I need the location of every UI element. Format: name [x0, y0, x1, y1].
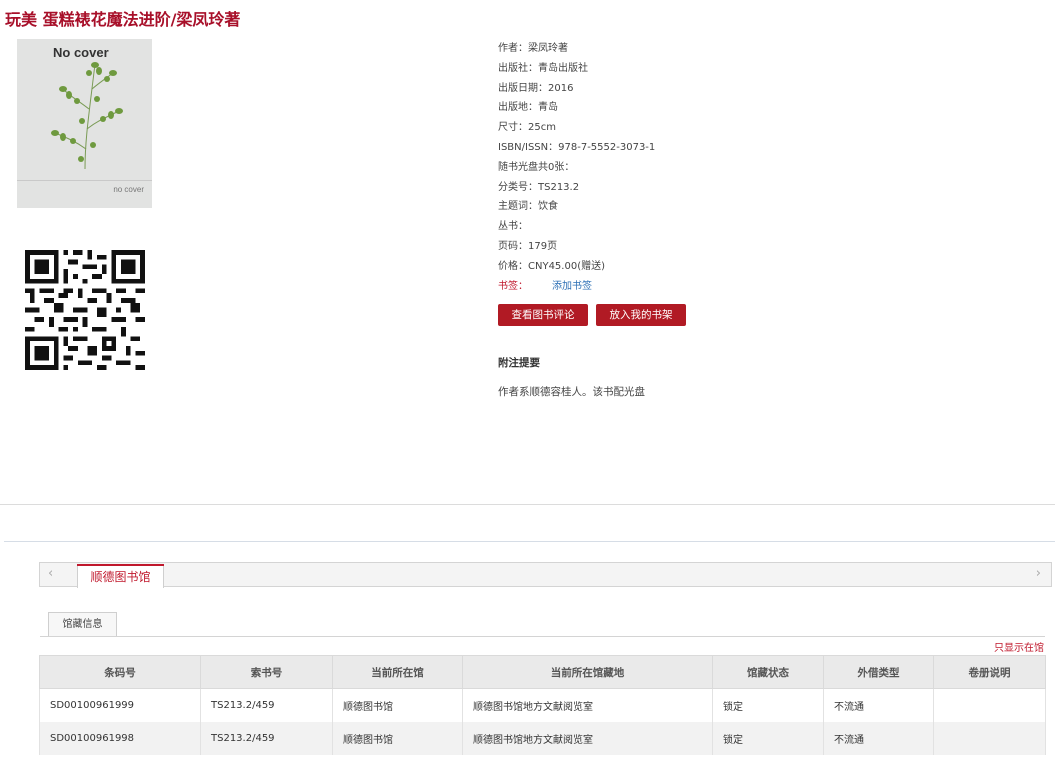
tab-shunde-library[interactable]: 顺德图书馆 — [77, 564, 164, 588]
book-title: 玩美 蛋糕裱花魔法进阶/梁凤玲著 — [5, 10, 241, 29]
cell-callno: TS213.2/459 — [200, 688, 333, 722]
cell-status: 锁定 — [712, 688, 824, 722]
col-location: 当前所在馆藏地 — [462, 655, 713, 689]
cover-small-text: no cover — [113, 185, 144, 194]
meta-pages: 页码：179页 — [498, 240, 558, 252]
plant-illustration — [51, 62, 123, 170]
col-barcode: 条码号 — [39, 655, 201, 689]
meta-size: 尺寸：25cm — [498, 122, 556, 134]
table-header-row: 条码号 索书号 当前所在馆 当前所在馆藏地 馆藏状态 外借类型 卷册说明 — [39, 655, 1046, 689]
meta-pubplace: 出版地：青岛 — [498, 102, 558, 114]
subtab-divider — [40, 636, 1045, 637]
col-library: 当前所在馆 — [332, 655, 463, 689]
cell-volume — [933, 688, 1046, 722]
col-callno: 索书号 — [200, 655, 333, 689]
add-to-shelf-button[interactable]: 放入我的书架 — [596, 304, 686, 326]
cell-location: 顺德图书馆地方文献阅览室 — [462, 688, 713, 722]
cell-library: 顺德图书馆 — [332, 721, 463, 755]
notes-text: 作者系顺德容桂人。该书配光盘 — [498, 386, 645, 398]
meta-price: 价格：CNY45.00(赠送) — [498, 260, 606, 272]
holdings-table: 条码号 索书号 当前所在馆 当前所在馆藏地 馆藏状态 外借类型 卷册说明 SD0… — [39, 655, 1046, 755]
meta-classno: 分类号：TS213.2 — [498, 181, 580, 193]
table-row: SD00100961998 TS213.2/459 顺德图书馆 顺德图书馆地方文… — [39, 721, 1046, 755]
cover-title: No cover — [53, 45, 109, 60]
only-available-link[interactable]: 只显示在馆 — [994, 639, 1044, 654]
meta-publisher: 出版社：青岛出版社 — [498, 62, 588, 74]
cell-location: 顺德图书馆地方文献阅览室 — [462, 721, 713, 755]
section-divider — [0, 504, 1055, 505]
cover-band — [17, 180, 152, 181]
table-row: SD00100961999 TS213.2/459 顺德图书馆 顺德图书馆地方文… — [39, 688, 1046, 722]
cell-loantype: 不流通 — [823, 688, 934, 722]
meta-disc: 随书光盘共0张： — [498, 161, 575, 173]
qr-code — [25, 250, 145, 370]
bookmark-label: 书签： — [498, 280, 528, 292]
cell-library: 顺德图书馆 — [332, 688, 463, 722]
cell-volume — [933, 721, 1046, 755]
view-reviews-button[interactable]: 查看图书评论 — [498, 304, 588, 326]
meta-pubdate: 出版日期：2016 — [498, 82, 574, 94]
col-loantype: 外借类型 — [823, 655, 934, 689]
book-metadata: 作者：梁凤玲著 出版社：青岛出版社 出版日期：2016 出版地：青岛 尺寸：25… — [498, 39, 655, 296]
library-tab-bar: ‹ › — [39, 562, 1052, 587]
cell-status: 锁定 — [712, 721, 824, 755]
notes-heading: 附注提要 — [498, 357, 540, 369]
col-volume: 卷册说明 — [933, 655, 1046, 689]
cell-barcode: SD00100961999 — [39, 688, 201, 722]
meta-series: 丛书： — [498, 221, 528, 233]
meta-author: 作者：梁凤玲著 — [498, 43, 568, 54]
chevron-right-icon[interactable]: › — [1036, 566, 1041, 581]
add-bookmark-link[interactable]: 添加书签 — [552, 281, 592, 292]
cell-barcode: SD00100961998 — [39, 721, 201, 755]
cell-callno: TS213.2/459 — [200, 721, 333, 755]
chevron-left-icon[interactable]: ‹ — [48, 566, 53, 581]
book-cover-image: No cover no cover — [17, 39, 152, 208]
cell-loantype: 不流通 — [823, 721, 934, 755]
tab-holdings-info[interactable]: 馆藏信息 — [48, 612, 117, 637]
col-status: 馆藏状态 — [712, 655, 824, 689]
meta-isbn: ISBN/ISSN：978-7-5552-3073-1 — [498, 141, 656, 153]
meta-subject: 主题词：饮食 — [498, 201, 558, 213]
meta-bookmark: 书签： 添加书签 — [498, 277, 655, 297]
